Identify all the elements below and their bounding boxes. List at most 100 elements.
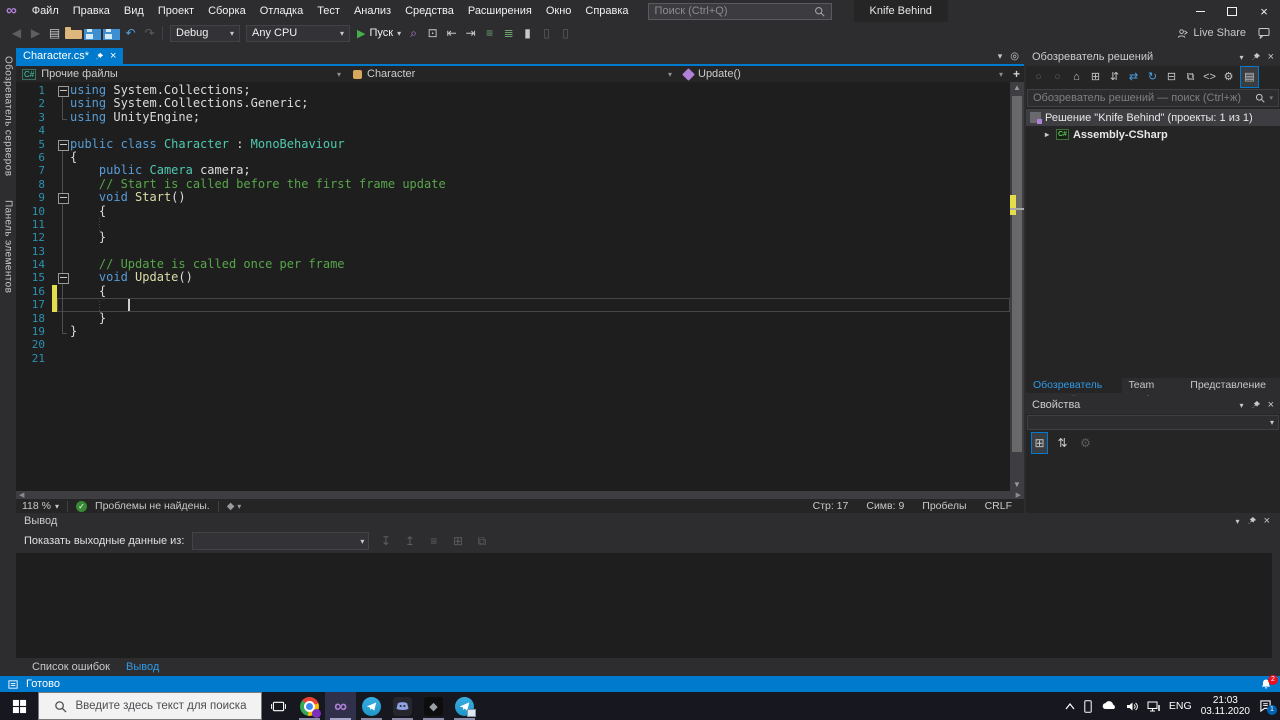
code-line[interactable]: 13 <box>16 244 1010 259</box>
code-text[interactable]: // Start is called before the first fram… <box>70 177 1010 191</box>
line-number[interactable]: 5 <box>16 138 52 151</box>
go-message-icon[interactable]: ↥ <box>401 531 418 551</box>
side-tab[interactable]: Панель элементов <box>3 192 14 301</box>
split-window-icon[interactable]: + <box>1009 67 1024 81</box>
code-line[interactable]: 21 <box>16 352 1010 365</box>
line-number[interactable]: 21 <box>16 352 52 365</box>
maximize-icon[interactable] <box>1216 0 1248 22</box>
tree-item[interactable]: Решение "Knife Behind" (проекты: 1 из 1) <box>1026 109 1280 126</box>
outline-margin[interactable] <box>57 244 70 259</box>
code-text[interactable]: using System.Collections.Generic; <box>70 97 1010 110</box>
code-lines[interactable]: 1 using System.Collections; 2 using System.… <box>16 82 1010 491</box>
sort-alpha-icon[interactable]: ⇅ <box>1054 433 1071 453</box>
outline-margin[interactable] <box>57 258 70 272</box>
bottom-panel-tab[interactable]: Список ошибок <box>24 658 118 676</box>
float-window-icon[interactable]: ◎ <box>1010 51 1019 62</box>
close-icon[interactable]: × <box>1268 51 1274 63</box>
scroll-end-icon[interactable]: ↧ <box>377 531 394 551</box>
outline-margin[interactable] <box>57 325 70 338</box>
outline-margin[interactable] <box>57 191 70 205</box>
close-icon[interactable]: × <box>1268 399 1274 411</box>
collapse-region-icon[interactable] <box>58 193 69 205</box>
line-number[interactable]: 2 <box>16 97 52 110</box>
menu-item[interactable]: Анализ <box>347 5 398 17</box>
line-number[interactable]: 1 <box>16 84 52 97</box>
line-number[interactable]: 8 <box>16 178 52 191</box>
uncomment-icon[interactable]: ≣ <box>500 23 517 43</box>
code-line[interactable]: 16 { <box>16 284 1010 299</box>
menu-item[interactable]: Файл <box>25 5 66 17</box>
prev-message-icon[interactable]: ≡ <box>425 531 442 551</box>
code-text[interactable]: } <box>70 324 1010 338</box>
outline-margin[interactable] <box>57 204 70 219</box>
network-icon[interactable] <box>1147 701 1160 712</box>
back-icon[interactable]: ○ <box>1031 67 1046 87</box>
outline-margin[interactable] <box>57 231 70 246</box>
outline-margin[interactable] <box>57 164 70 179</box>
outline-margin[interactable] <box>57 284 70 299</box>
line-number[interactable]: 11 <box>16 218 52 231</box>
open-folder-icon[interactable] <box>65 27 82 39</box>
tab-list-dropdown-icon[interactable]: ▾ <box>998 51 1003 62</box>
tool-panel-tab[interactable]: Обозреватель решений <box>1026 378 1122 406</box>
line-number[interactable]: 17 <box>16 298 52 311</box>
zoom-dropdown[interactable]: 118 % ▾ <box>22 500 59 512</box>
outline-margin[interactable] <box>57 150 70 165</box>
code-text[interactable]: void Start() <box>70 190 1010 204</box>
code-line[interactable]: 12 } <box>16 231 1010 246</box>
line-indicator[interactable]: Стр: 17 <box>813 500 849 512</box>
line-number[interactable]: 14 <box>16 258 52 271</box>
taskbar-app-telegram[interactable] <box>356 692 387 720</box>
language-indicator[interactable]: ENG <box>1169 700 1192 712</box>
code-text[interactable]: public class Character : MonoBehaviour <box>70 137 1010 151</box>
breadcrumb-segment[interactable]: Character ▾ <box>347 68 678 80</box>
redo-icon[interactable]: ↷ <box>141 23 158 43</box>
line-number[interactable]: 18 <box>16 312 52 325</box>
menu-item[interactable]: Справка <box>578 5 635 17</box>
code-line[interactable]: 6{ <box>16 150 1010 165</box>
vertical-scrollbar[interactable]: ▲ ▼ <box>1010 82 1024 491</box>
collapse-region-icon[interactable] <box>58 86 69 97</box>
refresh-icon[interactable]: ↻ <box>1145 67 1160 87</box>
close-icon[interactable]: × <box>1264 515 1270 527</box>
menu-item[interactable]: Тест <box>310 5 347 17</box>
close-icon[interactable]: × <box>1248 0 1280 22</box>
menu-item[interactable]: Отладка <box>253 5 310 17</box>
word-wrap-icon[interactable]: ⧉ <box>473 531 490 551</box>
outline-margin[interactable] <box>57 124 70 137</box>
task-view-button[interactable] <box>262 692 294 720</box>
code-line[interactable]: 17 <box>16 298 1010 313</box>
live-share-button[interactable]: Live Share <box>1177 27 1246 39</box>
code-text[interactable] <box>70 298 1010 313</box>
undo-icon[interactable]: ↶ <box>122 23 139 43</box>
code-text[interactable]: } <box>70 311 1010 325</box>
line-number[interactable]: 10 <box>16 205 52 218</box>
volume-icon[interactable] <box>1126 701 1138 712</box>
taskbar-app-telegram-2[interactable] <box>449 692 480 720</box>
line-number[interactable]: 12 <box>16 231 52 244</box>
code-line[interactable]: 19} <box>16 324 1010 338</box>
code-text[interactable]: using System.Collections; <box>70 83 1010 97</box>
code-text[interactable]: // Update is called once per frame <box>70 257 1010 271</box>
line-number[interactable]: 13 <box>16 245 52 258</box>
code-line[interactable]: 2 using System.Collections.Generic; <box>16 97 1010 112</box>
menu-item[interactable]: Правка <box>66 5 117 17</box>
code-line[interactable]: 14 // Update is called once per frame <box>16 257 1010 272</box>
code-line[interactable]: 1 using System.Collections; <box>16 83 1010 97</box>
outline-margin[interactable] <box>57 138 70 151</box>
categorized-icon[interactable]: ⊞ <box>1031 432 1048 454</box>
bottom-panel-tab[interactable]: Вывод <box>118 658 167 676</box>
line-number[interactable]: 15 <box>16 271 52 284</box>
outline-margin[interactable] <box>57 177 70 192</box>
save-icon[interactable] <box>84 28 101 40</box>
code-editor[interactable]: 1 using System.Collections; 2 using System.… <box>16 82 1024 491</box>
phone-icon[interactable] <box>1084 699 1092 713</box>
code-line[interactable]: 11 <box>16 217 1010 232</box>
sync-icon[interactable]: ⇄ <box>1126 67 1141 87</box>
object-selector-dropdown[interactable]: ▾ <box>1027 415 1279 430</box>
scroll-left-icon[interactable]: ◀ <box>16 491 27 499</box>
outline-margin[interactable] <box>57 271 70 286</box>
taskbar-app-discord[interactable] <box>387 692 418 720</box>
solution-platform-dropdown[interactable]: Any CPU ▾ <box>246 24 350 42</box>
start-debugging-button[interactable]: ▶ Пуск ▾ <box>357 27 401 40</box>
